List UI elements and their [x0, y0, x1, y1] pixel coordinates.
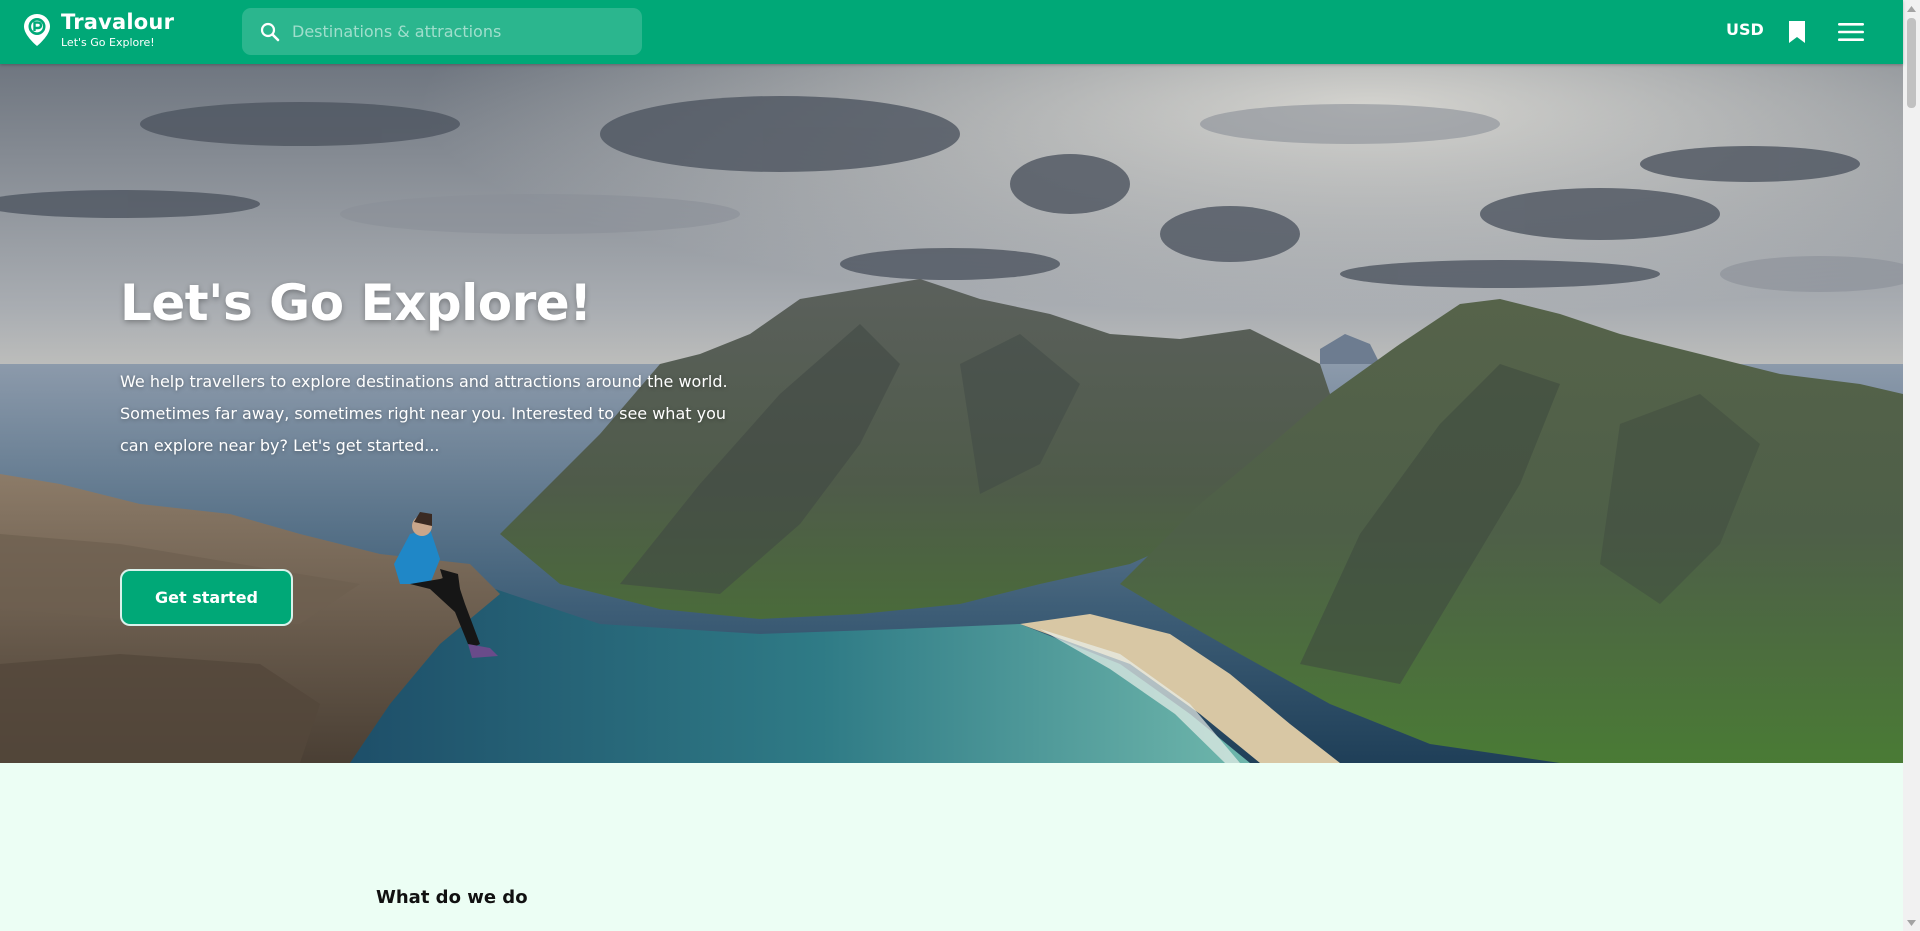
hero-section: Let's Go Explore! We help travellers to … — [0, 64, 1903, 763]
hamburger-menu-icon[interactable] — [1838, 22, 1864, 42]
page-scrollbar[interactable] — [1903, 0, 1920, 931]
top-navbar: Travalour Let's Go Explore! USD — [0, 0, 1903, 64]
brand-logo-link[interactable]: Travalour Let's Go Explore! — [23, 12, 174, 48]
hero-description: We help travellers to explore destinatio… — [120, 372, 728, 455]
scrollbar-thumb[interactable] — [1907, 18, 1916, 108]
scroll-down-arrow-icon[interactable] — [1903, 914, 1920, 931]
brand-tagline: Let's Go Explore! — [61, 36, 155, 49]
brand-name: Travalour — [61, 10, 175, 34]
section-heading-what-we-do: What do we do — [376, 887, 528, 908]
search-input[interactable] — [290, 8, 642, 55]
hero-title: Let's Go Explore! — [120, 274, 592, 332]
brand-text: Travalour Let's Go Explore! — [61, 10, 175, 49]
bookmark-icon[interactable] — [1787, 20, 1807, 44]
currency-selector[interactable]: USD — [1726, 20, 1764, 39]
scroll-up-arrow-icon[interactable] — [1903, 0, 1920, 17]
hero-content: Let's Go Explore! We help travellers to … — [120, 274, 740, 626]
get-started-button[interactable]: Get started — [120, 569, 293, 626]
map-pin-logo-icon — [24, 14, 50, 46]
search-icon — [250, 8, 290, 55]
search-bar[interactable] — [242, 8, 642, 55]
